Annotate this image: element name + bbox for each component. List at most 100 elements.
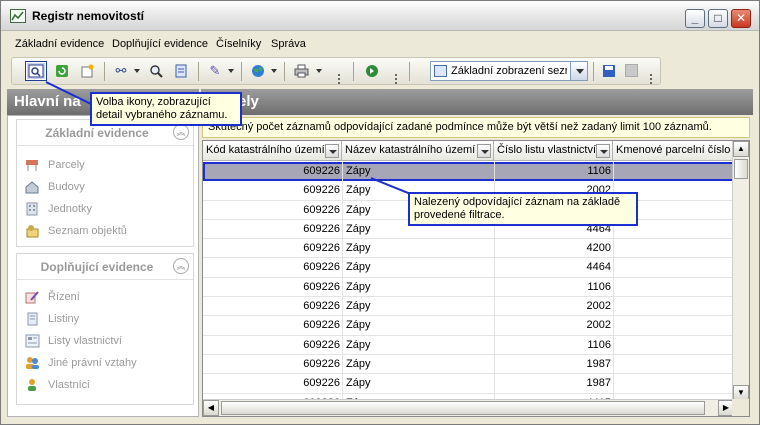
scroll-up-button[interactable]: ▲	[733, 141, 749, 157]
map-button[interactable]	[247, 61, 269, 81]
table-cell: Zápy	[346, 338, 371, 351]
search-button[interactable]	[145, 61, 167, 81]
menu-bar: Základní evidence Doplňující evidence Čí…	[1, 34, 759, 54]
table-cell: 2002	[586, 300, 611, 313]
table-cell: Zápy	[346, 261, 371, 274]
save-view-button[interactable]	[598, 61, 620, 81]
nav-item-listiny[interactable]: Listiny	[17, 308, 193, 330]
table-cell: 609226	[303, 242, 340, 255]
table-cell: 1106	[587, 338, 611, 351]
find-button[interactable]: ⚯	[110, 61, 132, 81]
group-doplnujici-evidence: Doplňující evidence ︽ Řízení Listiny Lis…	[16, 253, 194, 405]
column-filter-dropdown[interactable]	[477, 144, 491, 158]
column-label: Název katastrálního území	[345, 144, 476, 156]
table-cell: 4464	[586, 261, 611, 274]
table-cell: 609226	[303, 184, 340, 197]
table-cell: Zápy	[346, 203, 371, 216]
table-cell: 1106	[587, 165, 611, 177]
detail-callout: Volba ikony, zobrazující detail vybranéh…	[90, 92, 242, 126]
table-cell: 609226	[303, 280, 340, 293]
detail-button[interactable]	[25, 61, 47, 81]
group-header[interactable]: Doplňující evidence ︽	[17, 254, 193, 280]
nav-item-rizeni[interactable]: Řízení	[17, 286, 193, 308]
find-dropdown-arrow[interactable]	[134, 69, 140, 73]
table-row[interactable]: 609226 Zápy 2002	[203, 297, 734, 317]
view-select[interactable]: Základní zobrazení sezna	[430, 61, 588, 81]
toolbar-separator	[198, 62, 199, 81]
table-row[interactable]: 609226 Zápy 4200	[203, 239, 734, 259]
print-button[interactable]	[290, 61, 312, 81]
toolbar-grip[interactable]	[338, 74, 343, 84]
filter-doc-icon	[175, 64, 187, 78]
menu-sprava[interactable]: Správa	[271, 38, 306, 50]
table-cell: 609226	[303, 222, 340, 235]
nav-item-vlastnici[interactable]: Vlastníci	[17, 374, 193, 396]
table-row[interactable]: 609226 Zápy 1987	[203, 355, 734, 375]
close-button[interactable]: ✕	[731, 9, 751, 28]
nav-item-jine-pravni-vztahy[interactable]: Jiné právní vztahy	[17, 352, 193, 374]
group-title: Doplňující evidence	[40, 260, 154, 274]
nav-label: Budovy	[48, 181, 85, 193]
scroll-left-button[interactable]: ◀	[203, 400, 219, 416]
view-select-arrow[interactable]	[570, 62, 587, 80]
table-row[interactable]: 609226 Zápy 1987	[203, 374, 734, 394]
table-cell: Zápy	[346, 357, 371, 370]
table-row[interactable]: 609226 Zápy 4464	[203, 258, 734, 278]
collapse-icon[interactable]: ︽	[173, 258, 189, 274]
app-chart-icon	[10, 9, 26, 23]
tools-dropdown-arrow[interactable]	[228, 69, 234, 73]
table-cell: 609226	[303, 338, 340, 351]
nav-label: Listiny	[48, 313, 80, 325]
table-cell: Zápy	[346, 300, 371, 313]
minimize-button[interactable]: _	[685, 9, 705, 28]
column-filter-dropdown[interactable]	[596, 144, 610, 158]
new-record-button[interactable]	[76, 61, 98, 81]
column-header-kmenove[interactable]: Kmenové parcelní číslo	[613, 141, 734, 161]
toolbar-separator	[104, 62, 105, 81]
minimize-icon: _	[691, 11, 699, 25]
toolbar-grip[interactable]	[650, 74, 655, 84]
globe-icon	[252, 65, 264, 77]
delete-view-button[interactable]	[620, 61, 642, 81]
table-cell: 1987	[586, 357, 611, 370]
nav-item-parcely[interactable]: Parcely	[17, 154, 193, 176]
run-button[interactable]	[361, 61, 383, 81]
table-row[interactable]: 609226 Zápy 1106	[203, 278, 734, 298]
printer-icon	[294, 64, 308, 78]
nav-item-seznam-objektu[interactable]: Seznam objektů	[17, 220, 193, 242]
vertical-scroll-thumb[interactable]	[734, 159, 748, 179]
clear-filter-button[interactable]	[170, 61, 192, 81]
menu-ciselniky[interactable]: Číselníky	[216, 38, 261, 50]
title-bar[interactable]: Registr nemovitostí _ □ ✕	[1, 1, 759, 31]
print-dropdown-arrow[interactable]	[316, 69, 322, 73]
horizontal-scrollbar[interactable]: ◀ ▶	[203, 399, 734, 416]
nav-item-listy-vlastnictvi[interactable]: Listy vlastnictví	[17, 330, 193, 352]
table-row[interactable]: 609226 Zápy 1106	[203, 336, 734, 355]
column-header-cislo-lv[interactable]: Číslo listu vlastnictví	[494, 141, 613, 161]
column-header-nazev[interactable]: Název katastrálního území	[342, 141, 494, 161]
menu-doplnujici-evidence[interactable]: Doplňující evidence	[112, 38, 208, 50]
refresh-button[interactable]	[51, 61, 73, 81]
table-cell: Zápy	[346, 165, 371, 177]
menu-zakladni-evidence[interactable]: Základní evidence	[15, 38, 104, 50]
column-filter-dropdown[interactable]	[325, 144, 339, 158]
nav-item-budovy[interactable]: Budovy	[17, 176, 193, 198]
table-cell: 609226	[303, 165, 340, 177]
table-cell: Zápy	[346, 184, 371, 197]
toolbar-grip[interactable]	[395, 74, 400, 84]
table-row[interactable]: 609226 Zápy 1106	[203, 162, 734, 182]
nav-item-jednotky[interactable]: Jednotky	[17, 198, 193, 220]
tools-button[interactable]: ✎	[204, 61, 226, 81]
toolbar-separator	[593, 62, 594, 81]
column-header-kod[interactable]: Kód katastrálního území	[203, 141, 342, 161]
horizontal-scroll-thumb[interactable]	[221, 401, 705, 415]
table-cell: 609226	[303, 300, 340, 313]
record-limit-info: Skutečný počet záznamů odpovídající zada…	[202, 117, 750, 138]
maximize-button[interactable]: □	[708, 9, 728, 28]
ownership-sheet-icon	[25, 334, 40, 348]
map-dropdown-arrow[interactable]	[271, 69, 277, 73]
vertical-scrollbar[interactable]: ▲ ▼	[732, 141, 749, 401]
nav-label: Listy vlastnictví	[48, 335, 122, 347]
table-row[interactable]: 609226 Zápy 2002	[203, 316, 734, 336]
collapse-icon[interactable]: ︽	[173, 124, 189, 140]
